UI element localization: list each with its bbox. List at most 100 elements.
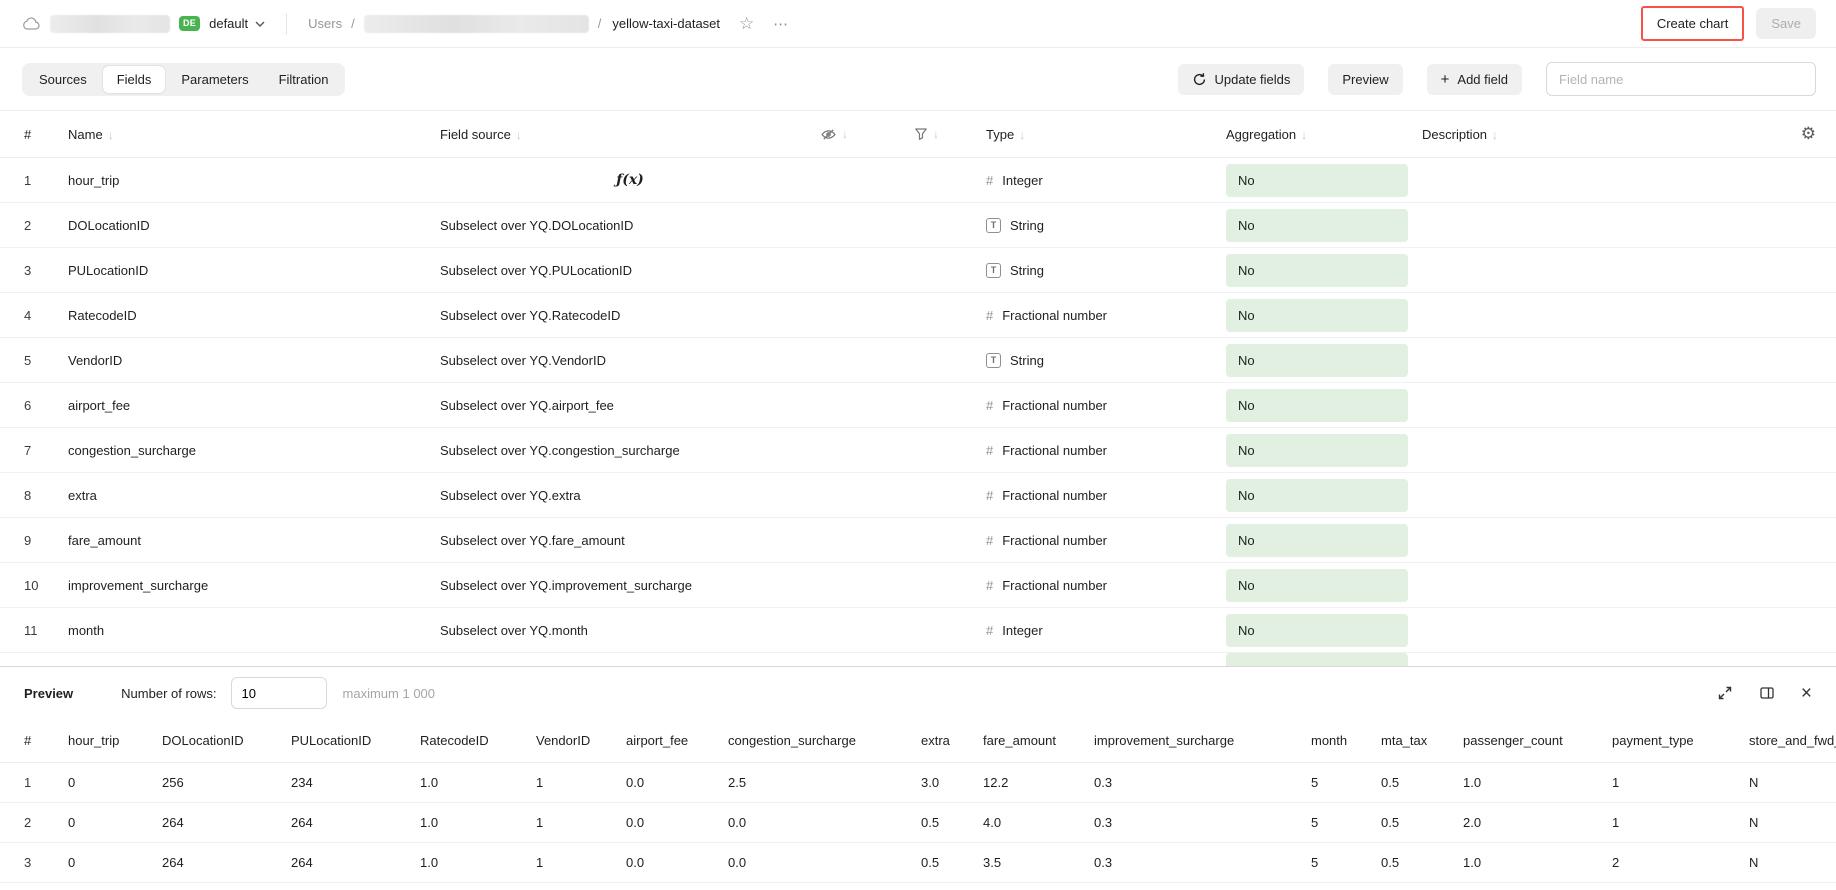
table-row[interactable]: 1 hour_trip ƒ(x) #Integer No bbox=[0, 158, 1836, 203]
field-source: Subselect over YQ.VendorID bbox=[440, 353, 820, 368]
eye-off-icon bbox=[820, 126, 837, 143]
field-name: DOLocationID bbox=[68, 218, 440, 233]
aggregation-select[interactable]: No bbox=[1226, 479, 1408, 512]
aggregation-select[interactable]: No bbox=[1226, 434, 1408, 467]
field-source: Subselect over YQ.improvement_surcharge bbox=[440, 578, 820, 593]
col-visibility[interactable]: ↓ bbox=[820, 126, 914, 143]
field-name: airport_fee bbox=[68, 398, 440, 413]
cloud-icon bbox=[22, 16, 41, 31]
number-type-icon: # bbox=[986, 623, 993, 638]
field-name-search-input[interactable] bbox=[1546, 62, 1816, 96]
table-row[interactable]: 10 improvement_surcharge Subselect over … bbox=[0, 563, 1836, 608]
folder-selector[interactable]: default bbox=[209, 16, 248, 31]
number-type-icon: # bbox=[986, 173, 993, 188]
string-type-icon: T bbox=[986, 218, 1001, 233]
aggregation-select[interactable]: No bbox=[1226, 524, 1408, 557]
section-tabs: Sources Fields Parameters Filtration bbox=[22, 63, 345, 96]
number-type-icon: # bbox=[986, 488, 993, 503]
field-source: Subselect over YQ.extra bbox=[440, 488, 820, 503]
tab-filtration[interactable]: Filtration bbox=[265, 66, 343, 93]
sort-icon: ↓ bbox=[842, 127, 848, 141]
col-aggregation[interactable]: Aggregation↓ bbox=[1226, 127, 1422, 142]
number-type-icon: # bbox=[986, 443, 993, 458]
row-index: 2 bbox=[24, 218, 68, 233]
field-source: Subselect over YQ.PULocationID bbox=[440, 263, 820, 278]
row-index: 11 bbox=[24, 623, 68, 638]
more-menu-icon[interactable]: ⋯ bbox=[773, 15, 789, 33]
tab-parameters[interactable]: Parameters bbox=[167, 66, 262, 93]
field-type: TString bbox=[986, 263, 1226, 278]
field-name: improvement_surcharge bbox=[68, 578, 440, 593]
aggregation-select[interactable]: No bbox=[1226, 614, 1408, 647]
rows-count-input[interactable] bbox=[231, 677, 327, 709]
create-chart-button[interactable]: Create chart bbox=[1645, 10, 1741, 37]
row-index: 8 bbox=[24, 488, 68, 503]
table-row-partial bbox=[0, 653, 1836, 666]
aggregation-select[interactable]: No bbox=[1226, 299, 1408, 332]
number-type-icon: # bbox=[986, 578, 993, 593]
sort-icon: ↓ bbox=[516, 128, 522, 142]
table-settings-gear-icon[interactable]: ⚙ bbox=[1801, 124, 1816, 144]
tab-fields[interactable]: Fields bbox=[103, 66, 166, 93]
tab-sources[interactable]: Sources bbox=[25, 66, 101, 93]
preview-header-bar: Preview Number of rows: maximum 1 000 × bbox=[0, 667, 1836, 719]
col-name[interactable]: Name↓ bbox=[68, 127, 440, 142]
col-field-source[interactable]: Field source↓ bbox=[440, 127, 820, 142]
col-filter[interactable]: ↓ bbox=[914, 127, 986, 141]
field-name: fare_amount bbox=[68, 533, 440, 548]
funnel-icon bbox=[914, 127, 928, 141]
favorite-star-icon[interactable]: ☆ bbox=[739, 14, 754, 34]
aggregation-select[interactable]: No bbox=[1226, 569, 1408, 602]
update-fields-button[interactable]: Update fields bbox=[1178, 64, 1305, 95]
preview-toggle-button[interactable]: Preview bbox=[1328, 64, 1402, 95]
row-index: 3 bbox=[24, 263, 68, 278]
preview-row: 3 0 264 264 1.0 1 0.0 0.0 0.5 3.5 0.3 5 … bbox=[0, 843, 1836, 883]
row-index: 1 bbox=[24, 173, 68, 188]
table-row[interactable]: 9 fare_amount Subselect over YQ.fare_amo… bbox=[0, 518, 1836, 563]
row-index: 10 bbox=[24, 578, 68, 593]
split-view-icon[interactable] bbox=[1759, 685, 1775, 701]
table-row[interactable]: 2 DOLocationID Subselect over YQ.DOLocat… bbox=[0, 203, 1836, 248]
table-row[interactable]: 8 extra Subselect over YQ.extra #Fractio… bbox=[0, 473, 1836, 518]
field-source: Subselect over YQ.month bbox=[440, 623, 820, 638]
field-name: hour_trip bbox=[68, 173, 440, 188]
col-description[interactable]: Description↓ bbox=[1422, 127, 1764, 142]
col-type[interactable]: Type↓ bbox=[986, 127, 1226, 142]
table-row[interactable]: 4 RatecodeID Subselect over YQ.RatecodeI… bbox=[0, 293, 1836, 338]
divider bbox=[286, 13, 287, 35]
table-row[interactable]: 11 month Subselect over YQ.month #Intege… bbox=[0, 608, 1836, 653]
breadcrumb-root[interactable]: Users bbox=[308, 16, 342, 31]
aggregation-select[interactable]: No bbox=[1226, 344, 1408, 377]
field-source: Subselect over YQ.RatecodeID bbox=[440, 308, 820, 323]
chevron-down-icon[interactable] bbox=[255, 21, 265, 27]
aggregation-select[interactable]: No bbox=[1226, 389, 1408, 422]
add-field-button[interactable]: + Add field bbox=[1427, 64, 1522, 95]
field-source: Subselect over YQ.congestion_surcharge bbox=[440, 443, 820, 458]
table-row[interactable]: 6 airport_fee Subselect over YQ.airport_… bbox=[0, 383, 1836, 428]
close-icon[interactable]: × bbox=[1801, 684, 1812, 703]
field-source: Subselect over YQ.DOLocationID bbox=[440, 218, 820, 233]
table-row[interactable]: 3 PULocationID Subselect over YQ.PULocat… bbox=[0, 248, 1836, 293]
rows-count-label: Number of rows: bbox=[121, 686, 216, 701]
number-type-icon: # bbox=[986, 533, 993, 548]
table-row[interactable]: 5 VendorID Subselect over YQ.VendorID TS… bbox=[0, 338, 1836, 383]
environment-badge: DE bbox=[179, 16, 200, 31]
sort-icon: ↓ bbox=[1301, 128, 1307, 142]
field-name: VendorID bbox=[68, 353, 440, 368]
field-name: PULocationID bbox=[68, 263, 440, 278]
number-type-icon: # bbox=[986, 398, 993, 413]
aggregation-select[interactable]: No bbox=[1226, 164, 1408, 197]
aggregation-select[interactable]: No bbox=[1226, 209, 1408, 242]
save-button[interactable]: Save bbox=[1756, 8, 1816, 39]
annotation-highlight: Create chart bbox=[1641, 6, 1745, 41]
dataset-title: yellow-taxi-dataset bbox=[612, 16, 720, 31]
dataset-toolbar: Sources Fields Parameters Filtration Upd… bbox=[0, 48, 1836, 110]
field-type: #Fractional number bbox=[986, 308, 1226, 323]
table-row[interactable]: 7 congestion_surcharge Subselect over YQ… bbox=[0, 428, 1836, 473]
plus-icon: + bbox=[1441, 74, 1450, 85]
field-type: #Fractional number bbox=[986, 578, 1226, 593]
field-type: #Fractional number bbox=[986, 443, 1226, 458]
sort-icon: ↓ bbox=[1492, 128, 1498, 142]
expand-icon[interactable] bbox=[1717, 685, 1733, 701]
aggregation-select[interactable]: No bbox=[1226, 254, 1408, 287]
